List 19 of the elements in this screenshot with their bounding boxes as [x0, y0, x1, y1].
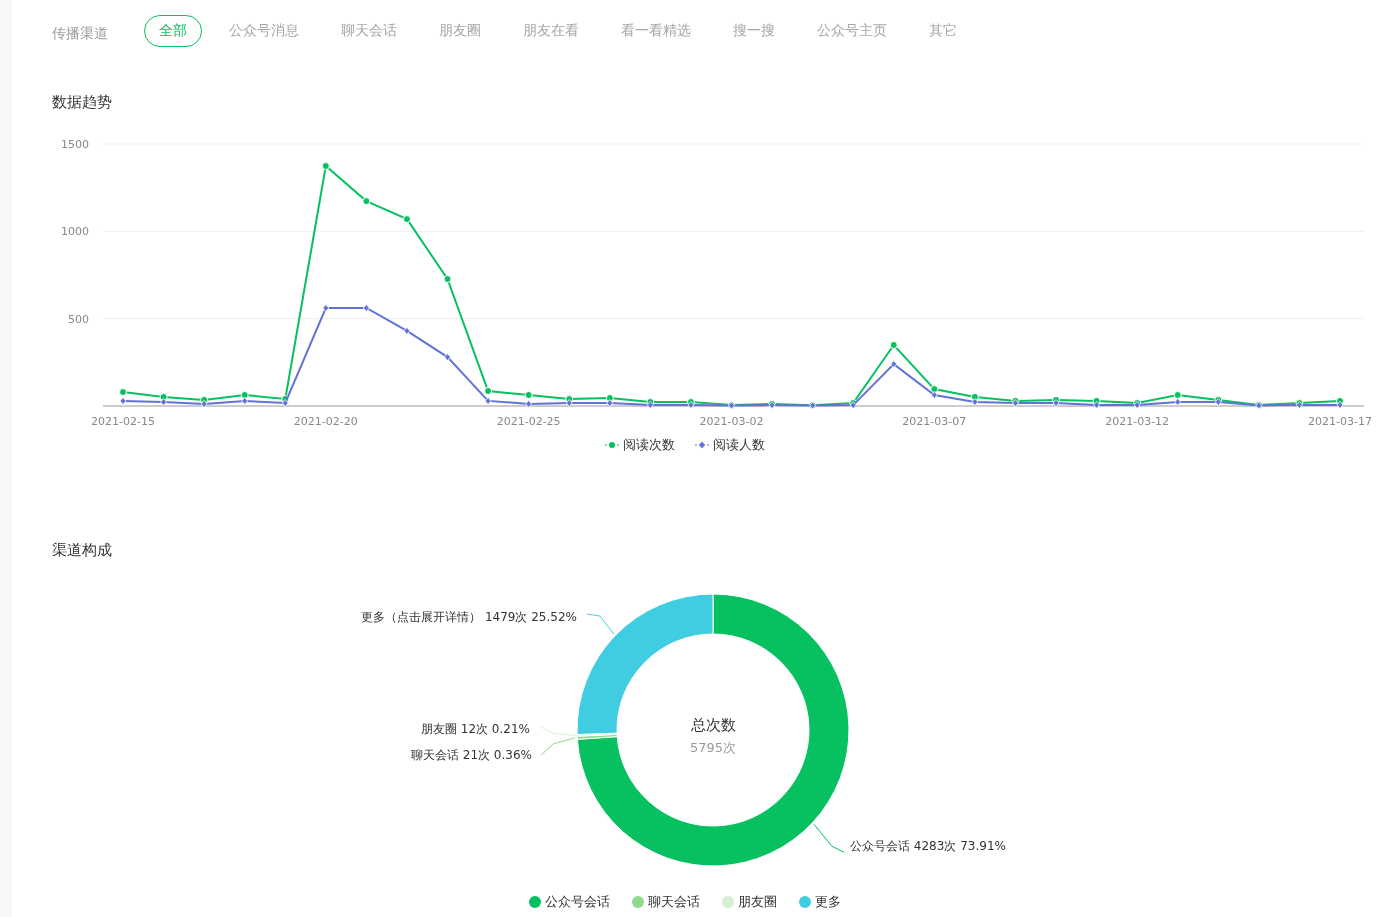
axis-label: 2021-02-15 [91, 415, 155, 428]
axis-label: 2021-03-12 [1105, 415, 1170, 428]
axis-label: 2021-03-02 [699, 415, 764, 428]
slice-label: 聊天会话 21次 0.36% [410, 748, 532, 762]
slice-label: 更多（点击展开详情） 1479次 25.52% [361, 610, 577, 624]
axis-label: 1500 [61, 138, 89, 151]
axis-label: 2021-03-17 [1308, 415, 1372, 428]
axis-label: 2021-02-20 [293, 415, 358, 428]
axis-label: 2021-03-07 [902, 415, 967, 428]
slice-label: 朋友圈 12次 0.21% [420, 722, 530, 736]
filter-label: 传播渠道 [52, 25, 108, 43]
center-title: 总次数 [690, 716, 736, 734]
axis-label: 2021-02-25 [496, 415, 561, 428]
slice-label: 公众号会话 4283次 73.91% [850, 839, 1006, 853]
axis-label: 1000 [61, 225, 89, 239]
section-title: 数据趋势 [52, 92, 113, 112]
section-title: 渠道构成 [52, 540, 113, 560]
axis-label: 500 [68, 312, 89, 326]
center-value: 5795次 [689, 740, 737, 755]
